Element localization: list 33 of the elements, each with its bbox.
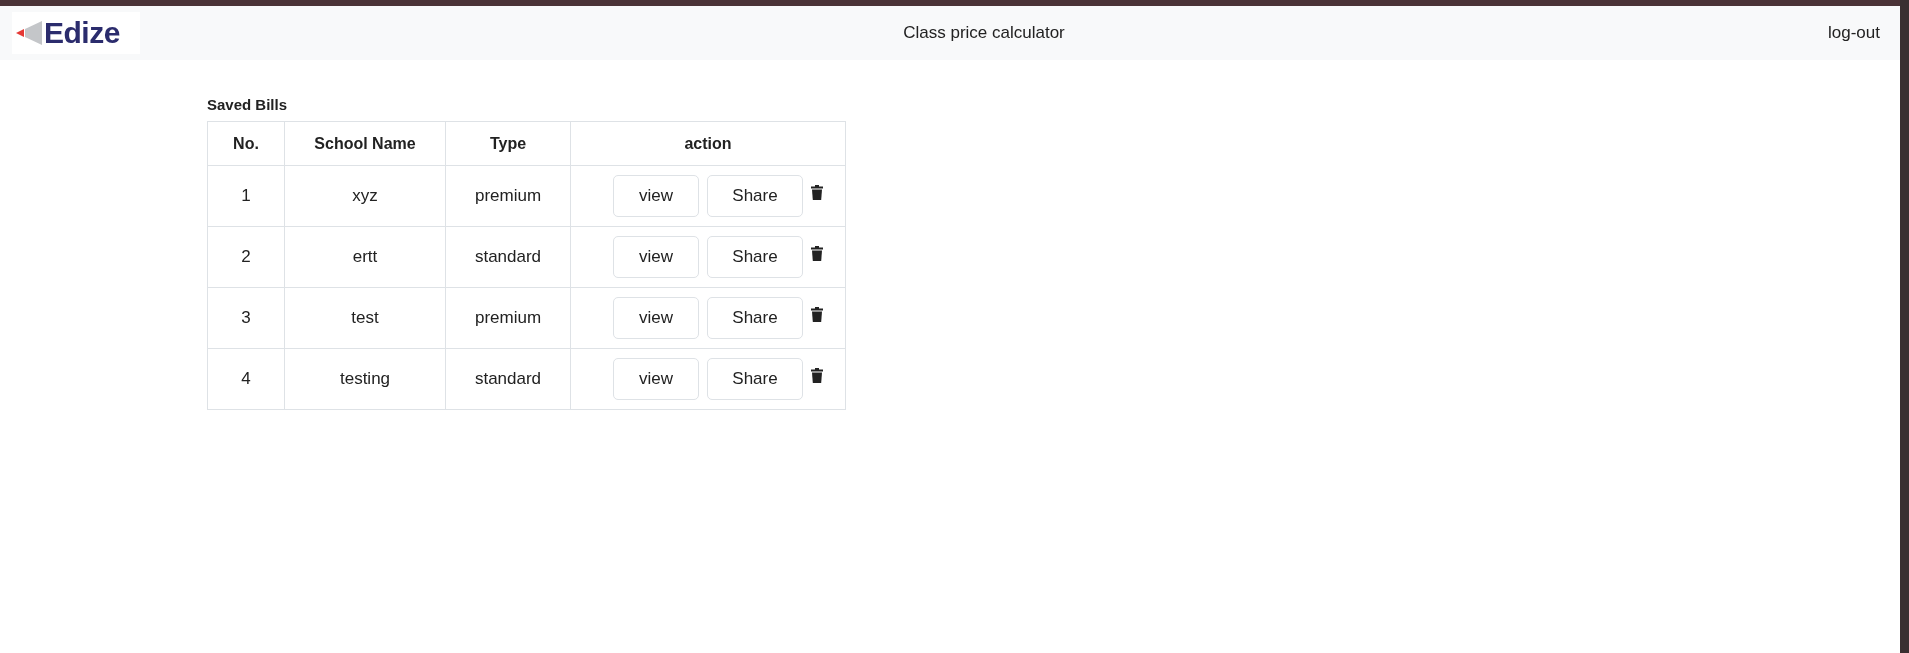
share-button[interactable]: Share <box>707 236 803 278</box>
column-header: No. <box>207 121 285 166</box>
column-header: Type <box>445 121 571 166</box>
table-cell: testing <box>284 348 446 410</box>
view-button[interactable]: view <box>613 175 699 217</box>
view-button[interactable]: view <box>613 358 699 400</box>
trash-icon[interactable] <box>811 368 823 383</box>
logo: Edize <box>44 16 120 50</box>
table-cell: 4 <box>207 348 285 410</box>
section-title: Saved Bills <box>207 96 289 113</box>
table-cell: 1 <box>207 165 285 227</box>
table-cell: premium <box>445 165 571 227</box>
table-cell: xyz <box>284 165 446 227</box>
table-cell: standard <box>445 226 571 288</box>
table-cell: premium <box>445 287 571 349</box>
table-cell: ertt <box>284 226 446 288</box>
share-button[interactable]: Share <box>707 297 803 339</box>
column-header: action <box>570 121 846 166</box>
table-cell: 2 <box>207 226 285 288</box>
page-title: Class price calculator <box>902 23 1066 43</box>
table-cell: standard <box>445 348 571 410</box>
trash-icon[interactable] <box>811 307 823 322</box>
logout-link[interactable]: log-out <box>1828 23 1880 43</box>
trash-icon[interactable] <box>811 246 823 261</box>
view-button[interactable]: view <box>613 297 699 339</box>
view-button[interactable]: view <box>613 236 699 278</box>
table-cell: test <box>284 287 446 349</box>
trash-icon[interactable] <box>811 185 823 200</box>
column-header: School Name <box>284 121 446 166</box>
table-cell: 3 <box>207 287 285 349</box>
logo-arrow-icon <box>16 21 42 45</box>
share-button[interactable]: Share <box>707 175 803 217</box>
share-button[interactable]: Share <box>707 358 803 400</box>
